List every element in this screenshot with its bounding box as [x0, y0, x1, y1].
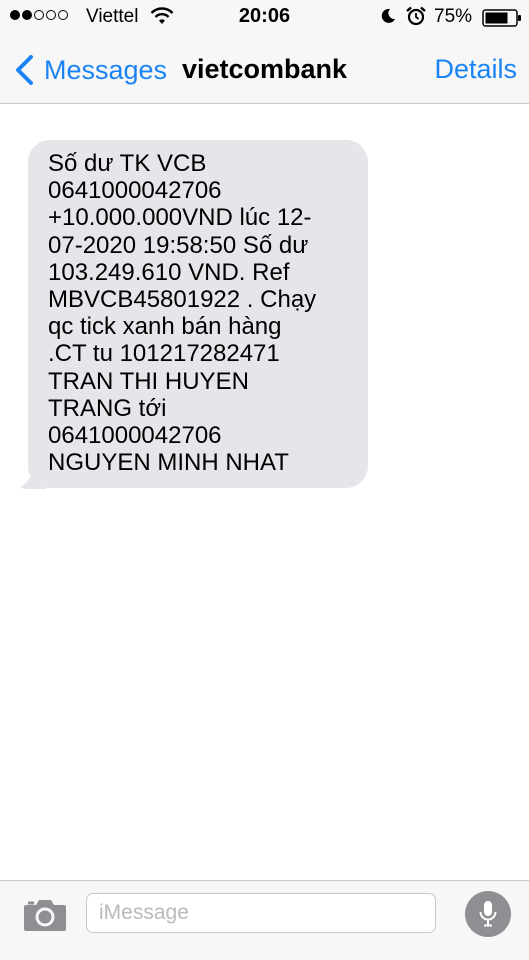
microphone-icon	[479, 901, 497, 927]
conversation-title: vietcombank	[182, 54, 348, 84]
dictation-button[interactable]	[465, 891, 511, 937]
moon-icon	[381, 8, 395, 23]
back-to-messages-button[interactable]: Messages	[14, 50, 167, 90]
details-button[interactable]: Details	[434, 54, 517, 85]
imessage-input[interactable]	[86, 893, 436, 933]
battery-icon	[482, 9, 521, 27]
message-composer	[0, 880, 529, 960]
camera-icon[interactable]	[22, 895, 68, 935]
messages-screen: Viettel 20:06 75% Messages vietcombank D…	[0, 0, 529, 960]
status-bar: Viettel 20:06 75%	[0, 0, 529, 38]
conversation-thread[interactable]: Số dư TK VCB 0641000042706 +10.000.000VN…	[0, 104, 529, 880]
back-label: Messages	[44, 54, 168, 85]
chevron-left-icon	[16, 55, 33, 85]
incoming-message: Số dư TK VCB 0641000042706 +10.000.000VN…	[20, 140, 368, 490]
message-bubble[interactable]: Số dư TK VCB 0641000042706 +10.000.000VN…	[28, 140, 368, 489]
alarm-icon	[406, 6, 426, 26]
navigation-bar: Messages vietcombank Details	[0, 38, 529, 104]
battery-percentage: 75%	[434, 6, 473, 27]
